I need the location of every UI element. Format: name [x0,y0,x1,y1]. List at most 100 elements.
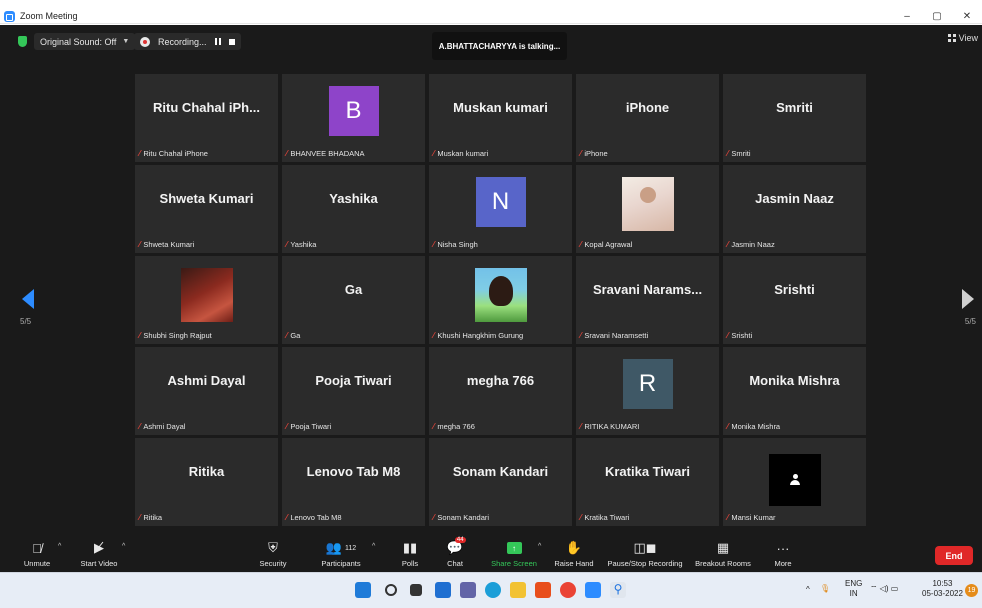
unmute-button[interactable]: 🎙̸ Unmute [22,535,52,572]
participant-display-name: Ga [344,282,363,297]
breakout-rooms-icon: ▦ [716,540,730,555]
close-button[interactable]: ✕ [952,9,982,24]
maximize-button[interactable]: ▢ [922,9,952,24]
zoom-taskbar-icon[interactable] [585,582,601,598]
start-video-button[interactable]: ▶̸ Start Video [76,535,122,572]
microphone-muted-icon: ⁄ [139,240,141,249]
microphone-muted-icon: 🎙̸ [32,540,42,556]
raise-hand-button[interactable]: ✋ Raise Hand [552,535,596,572]
clock[interactable]: 10:53 05-03-2022 [922,579,963,599]
participant-tile[interactable]: Smriti ⁄ Smriti [723,74,866,162]
edge-icon[interactable] [485,582,501,598]
participant-tile[interactable]: Pooja Tiwari ⁄ Pooja Tiwari [282,347,425,435]
participant-tile[interactable]: Kratika Tiwari ⁄ Kratika Tiwari [576,438,719,526]
participant-label: ⁄ Shweta Kumari [139,240,194,249]
pause-recording-icon[interactable] [214,38,221,45]
participant-tile[interactable]: Yashika ⁄ Yashika [282,165,425,253]
shield-icon[interactable] [18,36,27,47]
share-screen-button[interactable]: ↑ Share Screen [488,535,540,572]
search-icon[interactable] [385,584,397,596]
participants-chevron-icon[interactable]: ^ [372,543,375,550]
participant-tile[interactable]: Jasmin Naaz ⁄ Jasmin Naaz [723,165,866,253]
recording-icon [140,36,150,47]
participant-tile[interactable]: Ritu Chahal iPh... ⁄ Ritu Chahal iPhone [135,74,278,162]
participant-label: ⁄ Muskan kumari [433,149,488,158]
view-label: View [958,33,978,43]
profile-photo [474,268,527,322]
breakout-rooms-button[interactable]: ▦ Breakout Rooms [692,535,754,572]
polls-button[interactable]: ▮▮ Polls [398,535,422,572]
microphone-muted-icon: ⁄ [139,422,141,431]
participant-name: Sravani Naramsetti [584,331,649,340]
pin-app-icon[interactable]: ⚲ [610,582,626,598]
participant-tile[interactable]: Ga ⁄ Ga [282,256,425,344]
participant-tile[interactable]: megha 766 ⁄ megha 766 [429,347,572,435]
participant-tile[interactable]: Monika Mishra ⁄ Monika Mishra [723,347,866,435]
participant-tile[interactable]: R ⁄ RITIKA KUMARI [576,347,719,435]
participant-tile[interactable]: Srishti ⁄ Srishti [723,256,866,344]
participant-label: ⁄ BHANVEE BHADANA [286,149,365,158]
network-volume-battery-icons[interactable]: ⌔ ◁) ▭ [870,584,898,594]
chat-badge: 44 [454,537,466,543]
participant-display-name: iPhone [625,100,670,115]
participant-tile[interactable]: Sonam Kandari ⁄ Sonam Kandari [429,438,572,526]
microphone-tray-icon[interactable]: 🎙 [820,584,830,594]
microphone-muted-icon: ⁄ [580,149,582,158]
participant-name: Smriti [731,149,751,158]
participant-tile[interactable]: N ⁄ Nisha Singh [429,165,572,253]
participant-tile[interactable]: Ashmi Dayal ⁄ Ashmi Dayal [135,347,278,435]
participant-tile[interactable]: Muskan kumari ⁄ Muskan kumari [429,74,572,162]
office-icon[interactable] [535,582,551,598]
participant-tile[interactable]: Ritika ⁄ Ritika [135,438,278,526]
participant-label: ⁄ Sravani Naramsetti [580,331,648,340]
chrome-icon[interactable] [560,582,576,598]
participant-tile[interactable]: ⁄ Shubhi Singh Rajput [135,256,278,344]
previous-page-arrow-icon[interactable] [22,289,34,309]
pause-stop-recording-button[interactable]: ◫◼ Pause/Stop Recording [604,535,686,572]
participant-name: Nisha Singh [437,240,478,249]
participant-tile[interactable]: ⁄ Kopal Agrawal [576,165,719,253]
language-line2: IN [849,589,858,598]
more-button[interactable]: ··· More [768,535,798,572]
end-meeting-button[interactable]: End [935,546,973,565]
security-label: Security [259,559,287,568]
participant-tile[interactable]: ⁄ Khushi Hangkhim Gurung [429,256,572,344]
participant-tile[interactable]: ⁄ Mansi Kumar [723,438,866,526]
person-icon [789,474,800,486]
original-sound-button[interactable]: Original Sound: Off ▼ [34,33,136,50]
participant-display-name: Kratika Tiwari [604,464,691,479]
participant-name: BHANVEE BHADANA [290,149,365,158]
participant-label: ⁄ Shubhi Singh Rajput [139,331,212,340]
video-options-chevron-icon[interactable]: ^ [122,543,125,550]
task-view-icon[interactable] [410,584,422,596]
chat-button[interactable]: 💬 44 Chat [443,535,467,572]
shield-icon: ⛨ [268,540,278,555]
participant-tile[interactable]: Sravani Narams... ⁄ Sravani Naramsetti [576,256,719,344]
show-hidden-icons-chevron-icon[interactable]: ^ [806,585,810,595]
participant-tile[interactable]: B ⁄ BHANVEE BHADANA [282,74,425,162]
language-indicator[interactable]: ENG IN [845,579,862,599]
chat-icon: 💬 44 [446,537,466,555]
notification-badge[interactable]: 19 [965,584,978,597]
share-options-chevron-icon[interactable]: ^ [538,543,541,550]
participant-tile[interactable]: iPhone ⁄ iPhone [576,74,719,162]
participant-tile[interactable]: Lenovo Tab M8 ⁄ Lenovo Tab M8 [282,438,425,526]
audio-options-chevron-icon[interactable]: ^ [58,543,61,550]
file-explorer-icon[interactable] [510,582,526,598]
security-button[interactable]: ⛨ Security [258,535,288,572]
participants-button[interactable]: 👥 112 Participants [316,535,366,572]
next-page-arrow-icon[interactable] [962,289,974,309]
microphone-muted-icon: ⁄ [727,149,729,158]
minimize-button[interactable]: – [892,9,922,24]
participant-name: Ritu Chahal iPhone [143,149,208,158]
original-sound-label: Original Sound: Off [40,36,117,47]
start-icon[interactable] [355,582,371,598]
widgets-icon[interactable] [435,582,451,598]
teams-chat-icon[interactable] [460,582,476,598]
microphone-muted-icon: ⁄ [433,149,435,158]
participant-name: Ashmi Dayal [143,422,186,431]
view-button[interactable]: View [947,33,978,43]
stop-recording-icon[interactable] [228,38,235,45]
participant-tile[interactable]: Shweta Kumari ⁄ Shweta Kumari [135,165,278,253]
hand-icon: ✋ [565,540,583,555]
